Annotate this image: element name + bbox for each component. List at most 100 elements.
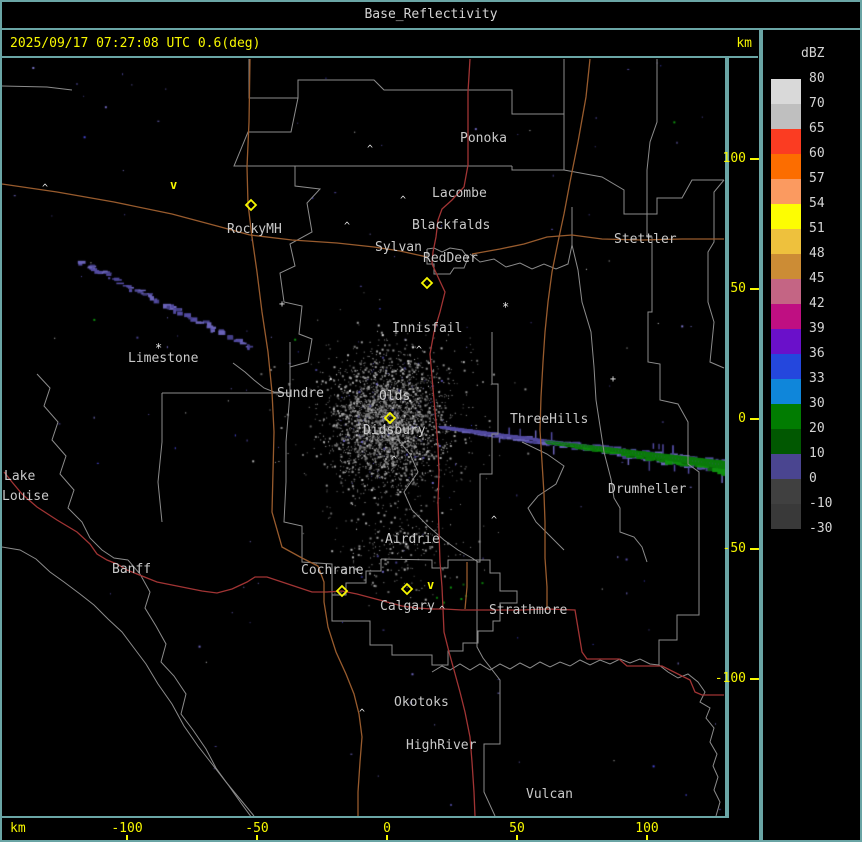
legend-color-block [771, 304, 801, 329]
radar-application-window: Base_Reflectivity 2025/09/17 07:27:08 UT… [0, 0, 862, 842]
hamlet-caret-marker: ^ [359, 708, 365, 719]
city-label: RockyMH [227, 222, 282, 237]
city-label: HighRiver [406, 738, 477, 753]
legend-color-block [771, 429, 801, 454]
city-label: Calgary [380, 599, 435, 614]
legend-color-block [771, 254, 801, 279]
legend-level-label: 42 [809, 296, 825, 311]
legend-color-block [771, 329, 801, 354]
x-tick-mark [516, 835, 518, 840]
window-title-bar: Base_Reflectivity [2, 2, 860, 30]
highway-red [3, 471, 444, 610]
status-bar: 2025/09/17 07:27:08 UTC 0.6(deg) km [2, 30, 758, 58]
highway-brown [464, 562, 468, 610]
city-label: Airdrie [385, 532, 440, 547]
city-label: Cochrane [301, 563, 364, 578]
x-axis-km: km -100 -50 0 50 100 [2, 818, 759, 840]
county-boundary [707, 179, 725, 369]
axis-unit-label: km [10, 821, 26, 836]
legend-level-label: 70 [809, 96, 825, 111]
city-label: Okotoks [394, 695, 449, 710]
city-label: Strathmore [489, 603, 567, 618]
county-boundary [646, 170, 700, 562]
legend-color-block [771, 154, 801, 179]
legend-level-label: 45 [809, 271, 825, 286]
county-boundary [233, 97, 322, 393]
y-tick-label: -100 [714, 671, 746, 686]
city-label: Innisfail [392, 321, 462, 336]
city-label: Louise [2, 489, 49, 504]
city-label: Drumheller [608, 482, 686, 497]
county-boundary [511, 114, 565, 171]
legend-color-block [771, 354, 801, 379]
station-diamond-marker [400, 582, 414, 596]
legend-color-block [771, 179, 801, 204]
county-boundary [157, 393, 163, 523]
city-label: Olds [379, 389, 410, 404]
hamlet-caret-marker: ^ [367, 144, 373, 155]
x-tick-label: -50 [245, 821, 269, 836]
legend-level-label: 36 [809, 346, 825, 361]
hamlet-caret-marker: ^ [344, 221, 350, 232]
city-label: Blackfalds [412, 218, 490, 233]
legend-level-label: 30 [809, 396, 825, 411]
legend-level-label: 33 [809, 371, 825, 386]
legend-color-block [771, 454, 801, 479]
county-boundary [2, 546, 255, 816]
legend-level-label: 20 [809, 421, 825, 436]
legend-color-block [771, 229, 801, 254]
city-label: Banff [112, 562, 151, 577]
highway-brown [471, 234, 724, 255]
legend-level-label: 57 [809, 171, 825, 186]
hamlet-caret-marker: ^ [391, 455, 397, 466]
x-tick-label: 100 [635, 821, 659, 836]
city-label: Sylvan [375, 240, 422, 255]
scan-timestamp: 2025/09/17 07:27:08 UTC 0.6(deg) [10, 36, 261, 51]
y-tick-label: 100 [722, 151, 746, 166]
x-tick-label: 0 [383, 821, 391, 836]
city-label: Lake [4, 469, 35, 484]
reflectivity-color-legend: dBZ 80 70 65 60 57 54 51 48 45 42 39 36 33 30 20 10 0 -10… [763, 30, 860, 840]
county-boundary [658, 664, 721, 816]
x-tick-label: 50 [509, 821, 525, 836]
county-boundary [521, 441, 565, 551]
county-boundary [36, 373, 129, 561]
legend-level-label: 65 [809, 121, 825, 136]
legend-color-block [771, 104, 801, 129]
station-v-marker: v [427, 578, 434, 592]
x-tick-mark [386, 835, 388, 840]
legend-level-label: 39 [809, 321, 825, 336]
city-label: Limestone [128, 351, 199, 366]
x-tick-label: -100 [111, 821, 143, 836]
x-tick-mark [646, 835, 648, 840]
legend-color-block [771, 279, 801, 304]
hamlet-caret-marker: ^ [42, 183, 48, 194]
y-tick-label: 0 [738, 411, 746, 426]
legend-level-label: -10 [809, 496, 833, 511]
county-boundary [563, 169, 724, 215]
x-tick-mark [126, 835, 128, 840]
window-title: Base_Reflectivity [364, 7, 498, 22]
county-boundary [646, 59, 658, 171]
city-label: Vulcan [526, 787, 573, 802]
poi-plus-marker: + [610, 374, 616, 385]
legend-color-block [771, 504, 801, 529]
county-boundary [283, 342, 333, 595]
y-tick-mark [750, 548, 759, 550]
legend-level-label: 51 [809, 221, 825, 236]
map-right-border [725, 58, 729, 816]
radar-map-view: Ponoka Lacombe Blackfalds Stettler Sylvan Red… [2, 58, 725, 816]
legend-color-block [771, 479, 801, 504]
legend-level-label: -30 [809, 521, 833, 536]
legend-level-label: 80 [809, 71, 825, 86]
city-label: Didsbury [363, 423, 426, 438]
range-unit-label-top: km [736, 36, 752, 51]
city-label: Ponoka [460, 131, 507, 146]
y-tick-mark [750, 678, 759, 680]
hamlet-caret-marker: ^ [400, 195, 406, 206]
highway-brown [539, 58, 591, 609]
legend-color-block [771, 204, 801, 229]
city-label: RedDeer [423, 251, 478, 266]
legend-title: dBZ [801, 46, 825, 61]
county-boundary [476, 332, 501, 816]
